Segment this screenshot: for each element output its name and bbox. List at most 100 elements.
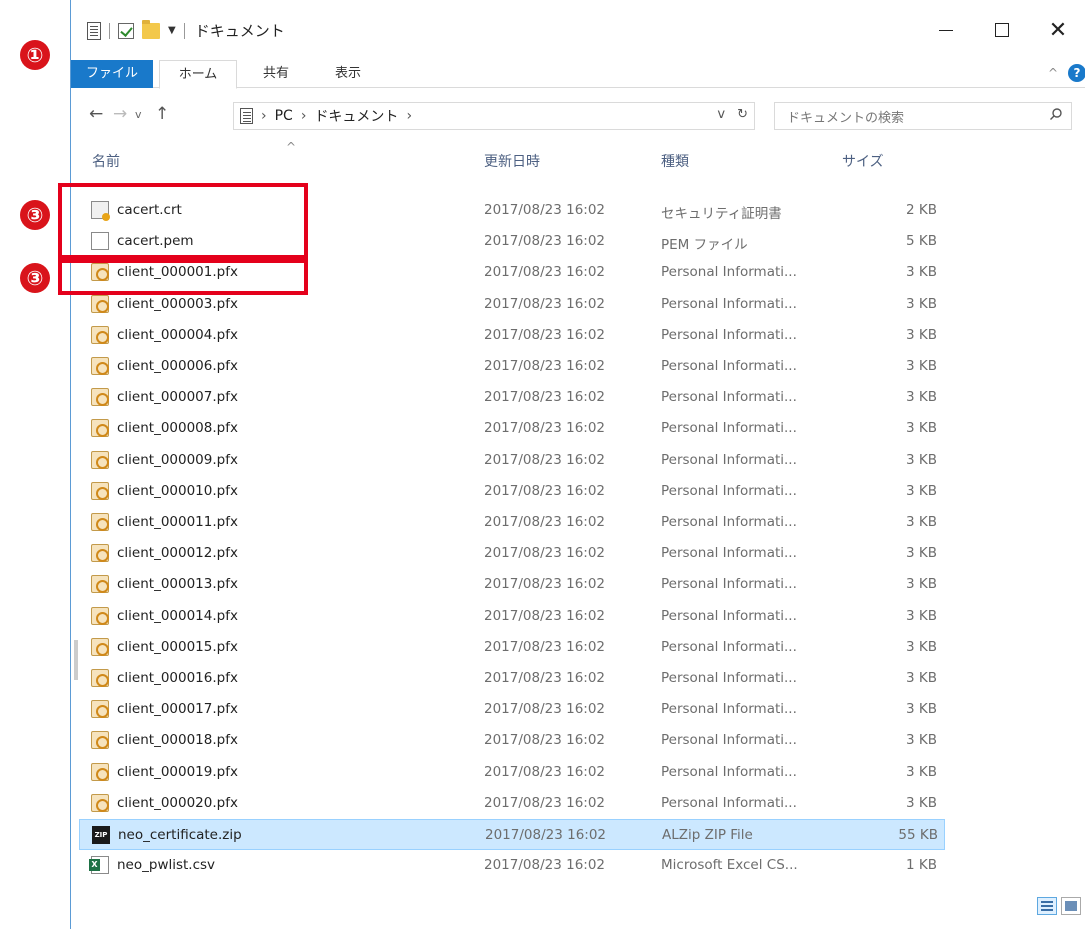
file-type: Personal Informati... bbox=[661, 326, 797, 343]
file-row[interactable]: client_000018.pfx 2017/08/23 16:02 Persona… bbox=[79, 725, 945, 756]
new-folder-icon[interactable] bbox=[142, 19, 160, 39]
chevron-down-icon[interactable]: ▼ bbox=[168, 25, 176, 36]
pfx-icon bbox=[91, 762, 109, 781]
column-header-type[interactable]: 種類 bbox=[661, 150, 689, 174]
file-type: Personal Informati... bbox=[661, 545, 797, 562]
file-type: Personal Informati... bbox=[661, 295, 797, 312]
highlight-box-certificates bbox=[58, 183, 308, 259]
close-button[interactable]: ✕ bbox=[1030, 10, 1085, 50]
search-input[interactable]: ドキュメントの検索 bbox=[774, 102, 1072, 130]
file-row[interactable]: client_000017.pfx 2017/08/23 16:02 Persona… bbox=[79, 694, 945, 725]
file-name: client_000014.pfx bbox=[117, 607, 238, 624]
help-icon[interactable]: ? bbox=[1068, 64, 1085, 82]
file-type: Personal Informati... bbox=[661, 514, 797, 530]
pfx-icon bbox=[91, 544, 109, 563]
file-row[interactable]: client_000012.pfx 2017/08/23 16:02 Persona… bbox=[79, 538, 945, 569]
file-row[interactable]: client_000007.pfx 2017/08/23 16:02 Persona… bbox=[79, 382, 945, 413]
tab-home[interactable]: ホーム bbox=[159, 60, 237, 89]
file-modified-date: 2017/08/23 16:02 bbox=[484, 638, 606, 655]
pfx-icon bbox=[91, 481, 109, 500]
file-modified-date: 2017/08/23 16:02 bbox=[484, 607, 606, 624]
file-row[interactable]: client_000019.pfx 2017/08/23 16:02 Persona… bbox=[79, 757, 945, 788]
file-row[interactable]: client_000006.pfx 2017/08/23 16:02 Persona… bbox=[79, 351, 945, 382]
file-size: 3 KB bbox=[906, 264, 937, 281]
file-row[interactable]: neo_pwlist.csv 2017/08/23 16:02 Microsoft … bbox=[79, 850, 945, 881]
file-size: 3 KB bbox=[906, 514, 937, 530]
collapse-ribbon-icon[interactable]: ^ bbox=[1048, 66, 1058, 80]
checkmark-icon[interactable] bbox=[118, 22, 134, 39]
file-type: Personal Informati... bbox=[661, 638, 797, 655]
annotation-marker-3: ③ bbox=[20, 200, 50, 230]
file-size: 3 KB bbox=[906, 358, 937, 374]
file-type: Personal Informati... bbox=[661, 701, 797, 718]
file-name: client_000010.pfx bbox=[117, 482, 238, 499]
tab-view[interactable]: 表示 bbox=[323, 60, 373, 88]
back-arrow-icon[interactable]: ← bbox=[89, 104, 103, 124]
quick-access-toolbar: ▼ ドキュメント bbox=[87, 19, 285, 41]
file-row[interactable]: client_000011.pfx 2017/08/23 16:02 Persona… bbox=[79, 507, 945, 538]
file-row[interactable]: client_000013.pfx 2017/08/23 16:02 Persona… bbox=[79, 569, 945, 600]
file-size: 1 KB bbox=[906, 857, 937, 874]
up-arrow-icon[interactable]: ↑ bbox=[155, 104, 169, 124]
zip-icon: ZIP bbox=[92, 826, 110, 844]
column-header-date[interactable]: 更新日時 bbox=[484, 150, 540, 174]
file-name: client_000003.pfx bbox=[117, 295, 238, 312]
minimize-button[interactable] bbox=[918, 10, 974, 50]
file-name: client_000004.pfx bbox=[117, 326, 238, 343]
file-modified-date: 2017/08/23 16:02 bbox=[484, 545, 606, 562]
pfx-icon bbox=[91, 450, 109, 469]
file-row[interactable]: client_000015.pfx 2017/08/23 16:02 Persona… bbox=[79, 632, 945, 663]
file-row[interactable]: client_000020.pfx 2017/08/23 16:02 Persona… bbox=[79, 788, 945, 819]
breadcrumb-item-pc[interactable]: PC bbox=[275, 108, 293, 124]
forward-arrow-icon[interactable]: → bbox=[113, 104, 127, 124]
file-size: 3 KB bbox=[906, 326, 937, 343]
annotation-marker-3: ③ bbox=[20, 263, 50, 293]
pfx-icon bbox=[91, 700, 109, 719]
excel-csv-icon bbox=[89, 856, 109, 875]
address-bar[interactable]: › PC › ドキュメント › v ↻ bbox=[233, 102, 755, 130]
file-name: client_000020.pfx bbox=[117, 794, 238, 811]
file-name: client_000006.pfx bbox=[117, 358, 238, 374]
highlight-box-client-pfx bbox=[58, 259, 308, 295]
file-size: 3 KB bbox=[906, 638, 937, 655]
details-view-icon[interactable] bbox=[1037, 897, 1057, 915]
large-icons-view-icon[interactable] bbox=[1061, 897, 1081, 915]
location-icon bbox=[240, 108, 253, 124]
file-modified-date: 2017/08/23 16:02 bbox=[484, 358, 606, 374]
maximize-button[interactable] bbox=[974, 10, 1030, 50]
pfx-icon bbox=[91, 513, 109, 531]
file-row[interactable]: ZIP neo_certificate.zip 2017/08/23 16:02 AL… bbox=[79, 819, 945, 850]
address-dropdown-icon[interactable]: v bbox=[717, 107, 725, 122]
recent-locations-icon[interactable]: v bbox=[135, 108, 142, 121]
file-name: client_000011.pfx bbox=[117, 514, 238, 530]
breadcrumb-separator: › bbox=[261, 108, 267, 124]
file-size: 3 KB bbox=[906, 389, 937, 406]
file-row[interactable]: client_000004.pfx 2017/08/23 16:02 Persona… bbox=[79, 320, 945, 351]
window-controls: ✕ bbox=[918, 10, 1085, 50]
search-icon[interactable] bbox=[1049, 107, 1063, 121]
refresh-icon[interactable]: ↻ bbox=[737, 107, 748, 122]
tab-share[interactable]: 共有 bbox=[251, 60, 301, 88]
file-row[interactable]: client_000010.pfx 2017/08/23 16:02 Persona… bbox=[79, 476, 945, 507]
file-row[interactable]: client_000008.pfx 2017/08/23 16:02 Persona… bbox=[79, 413, 945, 444]
file-row[interactable]: client_000016.pfx 2017/08/23 16:02 Persona… bbox=[79, 663, 945, 694]
column-headers: ^ 名前 更新日時 種類 サイズ bbox=[71, 140, 1085, 180]
column-header-size[interactable]: サイズ bbox=[842, 150, 884, 174]
file-modified-date: 2017/08/23 16:02 bbox=[484, 264, 606, 281]
file-row[interactable]: client_000014.pfx 2017/08/23 16:02 Persona… bbox=[79, 601, 945, 632]
pfx-icon bbox=[91, 325, 109, 344]
file-type: Personal Informati... bbox=[661, 732, 797, 749]
breadcrumb-item-documents[interactable]: ドキュメント bbox=[314, 106, 398, 126]
file-type: Personal Informati... bbox=[661, 420, 797, 437]
file-type: Personal Informati... bbox=[661, 794, 797, 811]
scrollbar[interactable] bbox=[74, 640, 78, 680]
tab-file[interactable]: ファイル bbox=[71, 60, 153, 88]
column-header-name[interactable]: 名前 bbox=[92, 150, 120, 174]
pfx-icon bbox=[91, 669, 109, 687]
file-row[interactable]: client_000009.pfx 2017/08/23 16:02 Persona… bbox=[79, 445, 945, 476]
file-size: 3 KB bbox=[906, 701, 937, 718]
file-modified-date: 2017/08/23 16:02 bbox=[484, 326, 606, 343]
file-size: 55 KB bbox=[898, 827, 938, 843]
pfx-icon bbox=[91, 419, 109, 438]
properties-icon[interactable] bbox=[87, 21, 101, 40]
